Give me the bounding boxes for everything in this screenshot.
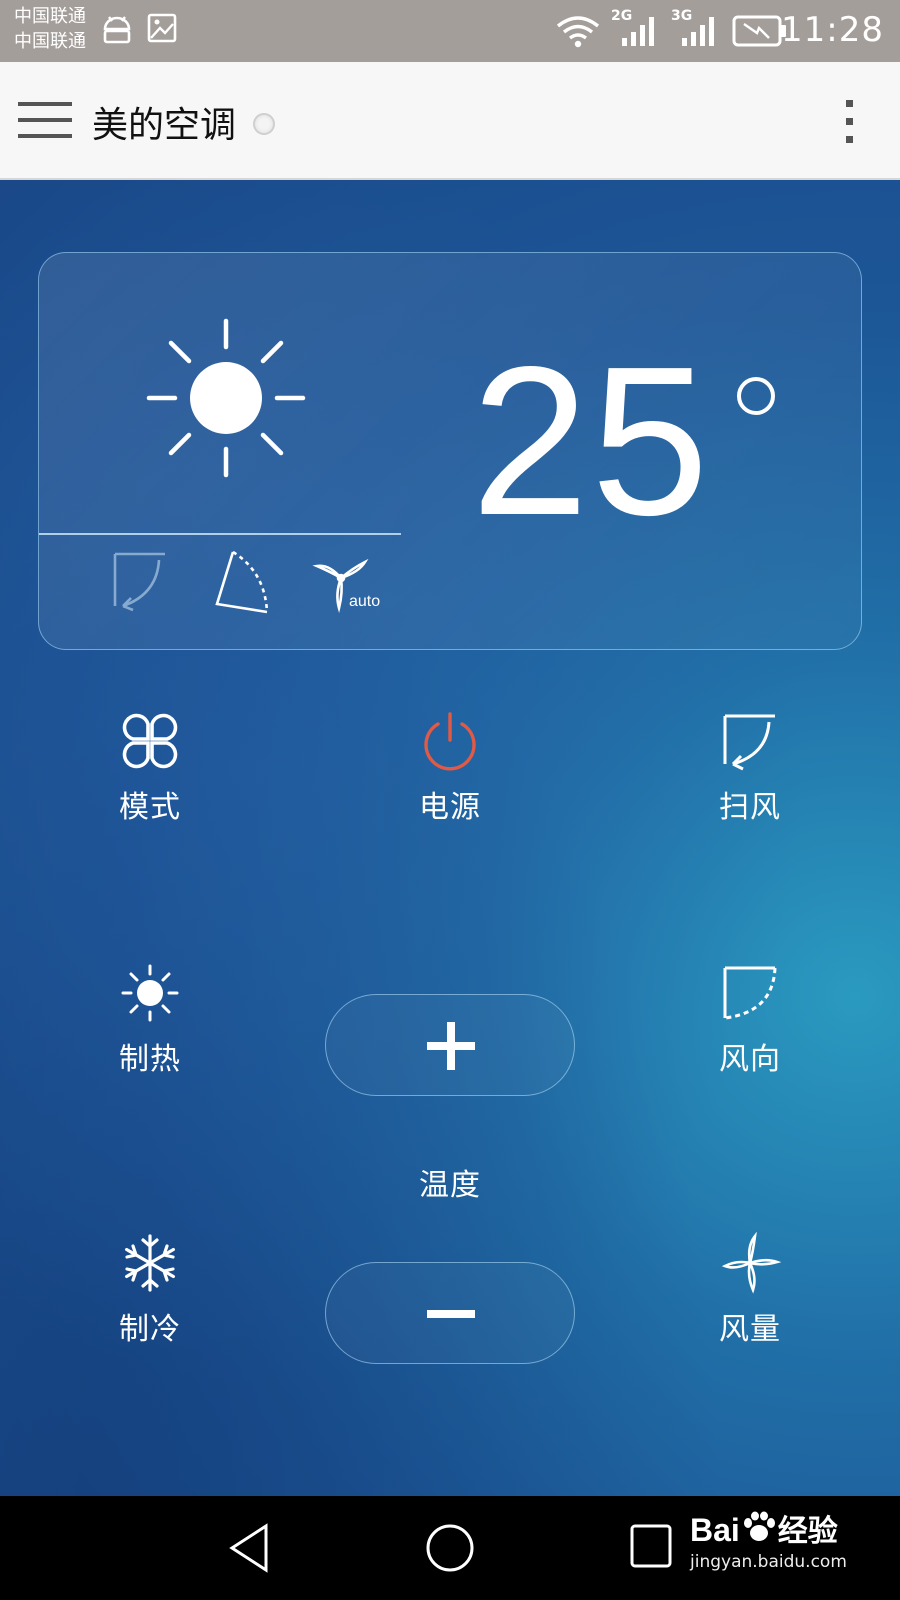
wind-direction-label: 风向 — [719, 1042, 781, 1077]
panel-divider — [39, 533, 401, 535]
battery-icon — [732, 15, 786, 47]
signal-icon-1 — [622, 17, 654, 46]
temperature-label: 温度 — [419, 1168, 481, 1203]
carrier-1: 中国联通 — [14, 6, 86, 27]
power-icon — [424, 712, 476, 771]
fan-icon — [721, 1232, 781, 1294]
baidu-watermark: Bai 经验 jingyan.baidu.com — [690, 1506, 847, 1572]
more-options-icon[interactable] — [838, 98, 862, 146]
fan-speed-label: 风量 — [719, 1312, 781, 1347]
sweep-icon — [723, 714, 775, 771]
plus-icon — [427, 1022, 475, 1070]
sun-icon — [146, 318, 306, 478]
clock: 11:28 — [781, 10, 884, 50]
snowflake-icon — [124, 1234, 176, 1292]
recents-icon[interactable] — [628, 1522, 674, 1570]
temperature-up-button[interactable] — [325, 994, 575, 1096]
cool-label: 制冷 — [119, 1312, 181, 1347]
app-bar: 美的空调 — [0, 62, 900, 180]
page-title: 美的空调 — [92, 105, 237, 146]
paw-icon — [743, 1511, 775, 1541]
mode-label: 模式 — [119, 790, 181, 825]
wind-direction-icon — [723, 966, 777, 1020]
mode-icon — [122, 713, 178, 769]
sweep-label: 扫风 — [719, 790, 781, 825]
temperature-display: 25 — [471, 322, 711, 559]
sweep-status-icon — [113, 552, 165, 612]
power-button[interactable]: 电源 — [350, 710, 550, 826]
fan-speed-label: auto — [349, 593, 380, 610]
heat-button[interactable]: 制热 — [50, 962, 250, 1078]
sweep-button[interactable]: 扫风 — [650, 710, 850, 826]
watermark-suffix: 经验 — [777, 1514, 838, 1549]
wifi-icon — [556, 16, 600, 48]
degree-icon — [737, 377, 775, 415]
wind-direction-button[interactable]: 风向 — [650, 962, 850, 1078]
status-icons-row: auto — [113, 550, 380, 614]
back-icon[interactable] — [226, 1522, 274, 1574]
remote-control-area: auto 25 模式 电源 扫风 制热 风向 温度 制冷 风量 — [0, 180, 900, 1496]
status-bar: 中国联通 中国联通 2G 3G 11:28 — [0, 0, 900, 62]
minus-icon — [427, 1310, 475, 1318]
watermark-brand: Bai — [690, 1512, 740, 1548]
cool-button[interactable]: 制冷 — [50, 1232, 250, 1348]
status-display-panel: auto 25 — [38, 252, 862, 650]
fan-speed-button[interactable]: 风量 — [650, 1232, 850, 1348]
wind-direction-status-icon — [215, 550, 269, 614]
navigation-bar: Bai 经验 jingyan.baidu.com — [0, 1496, 900, 1600]
watermark-url: jingyan.baidu.com — [690, 1552, 847, 1572]
temperature-down-button[interactable] — [325, 1262, 575, 1364]
connection-status-indicator — [253, 113, 275, 135]
image-icon — [147, 13, 177, 43]
heat-label: 制热 — [119, 1042, 181, 1077]
home-icon[interactable] — [424, 1522, 476, 1574]
sun-small-icon — [121, 964, 179, 1022]
signal-icon-2 — [682, 17, 714, 46]
power-label: 电源 — [419, 790, 481, 825]
carrier-labels: 中国联通 中国联通 — [14, 4, 86, 54]
menu-icon[interactable] — [18, 100, 72, 140]
mode-button[interactable]: 模式 — [50, 710, 250, 826]
carrier-2: 中国联通 — [14, 31, 86, 52]
android-icon — [103, 16, 131, 44]
